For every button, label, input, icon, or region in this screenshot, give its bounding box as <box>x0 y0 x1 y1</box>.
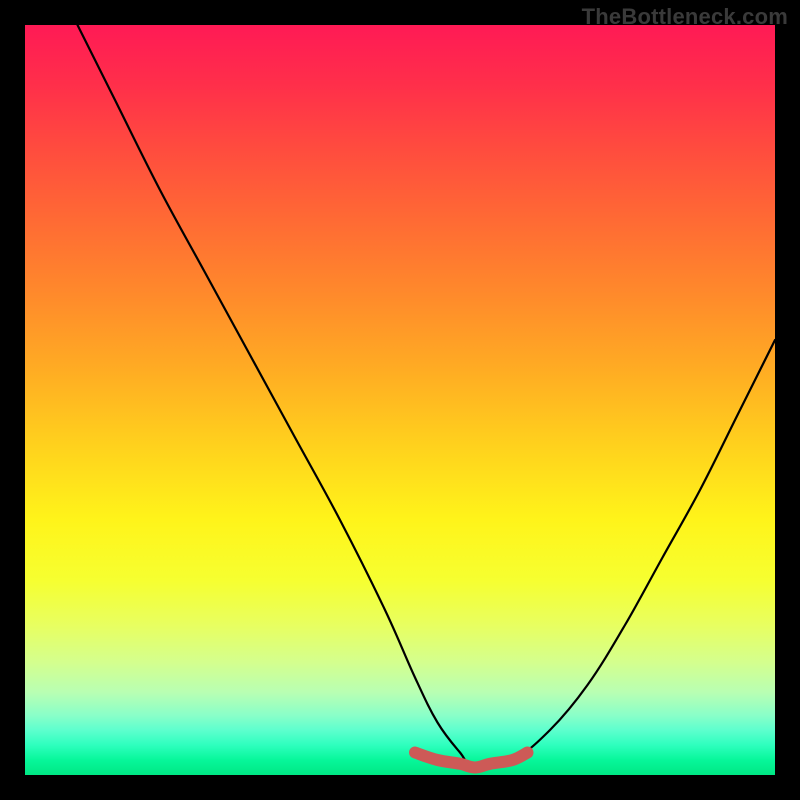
watermark-text: TheBottleneck.com <box>582 4 788 30</box>
optimal-plateau-marker <box>415 753 528 768</box>
bottleneck-curve <box>78 25 776 768</box>
curve-layer <box>25 25 775 775</box>
plot-area <box>25 25 775 775</box>
chart-frame: TheBottleneck.com <box>0 0 800 800</box>
